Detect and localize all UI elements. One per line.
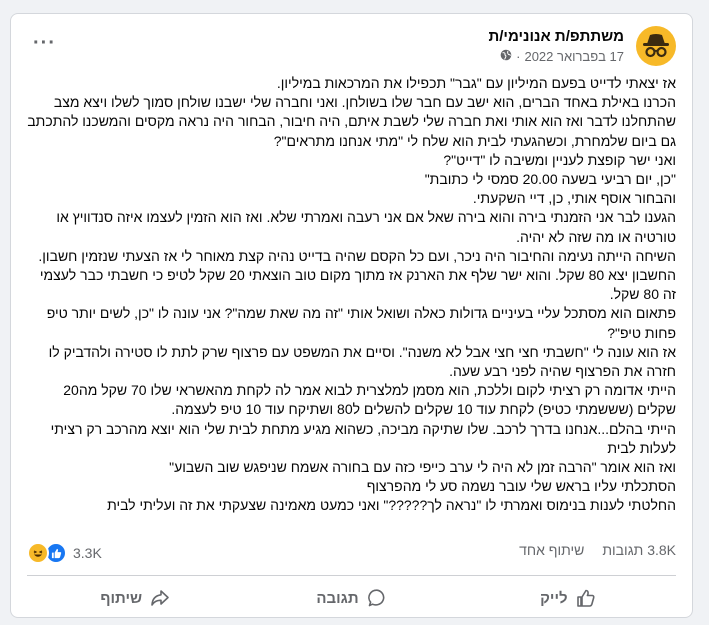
post-paragraph: אז יצאתי לדייט בפעם המיליון עם "גבר" תכפ… [276,75,676,91]
post-author[interactable]: משתתפ/ת אנונימי/ת [488,28,624,45]
globe-icon [500,49,512,64]
like-button[interactable]: לייק [460,580,676,616]
post-body: אז יצאתי לדייט בפעם המיליון עם "גבר" תכפ… [27,74,676,516]
post-meta: 17 בפברואר 2022 · [500,49,624,64]
post-paragraph: והבחור אוסף אותי, כן, דיי השקעתי. [472,190,676,207]
post-card: משתתפ/ת אנונימי/ת 17 בפברואר 2022 · ··· … [10,13,693,618]
post-paragraph: ואז הוא אומר "הרבה זמן לא היה לי ערב כיי… [169,459,676,476]
like-icon [576,588,596,608]
share-button[interactable]: שיתוף [27,580,243,616]
post-paragraph: אז הוא עונה לי "חשבתי חצי חצי אבל לא משנ… [48,343,676,380]
post-date[interactable]: 17 בפברואר 2022 [524,49,624,64]
comment-label: תגובה [316,589,359,607]
post-paragraph: פתאום הוא מסתכל עליי בעיניים גדולות כאלה… [46,305,676,341]
post-paragraph: הייתי אדומה רק רציתי לקום וללכת, הוא מסמ… [63,382,676,418]
like-label: לייק [540,589,568,607]
post-header: משתתפ/ת אנונימי/ת 17 בפברואר 2022 · ··· [27,24,676,70]
post-paragraph: הסתכלתי עליו בראש שלי עובר נשמה סע לי מה… [366,478,676,495]
post-paragraph: הכרנו באילת באחד הברים, הוא ישב עם חבר ש… [27,94,676,149]
reactions-count: 3.3K [73,545,102,561]
divider [27,575,676,576]
comments-count[interactable]: 3.8K תגובות [602,542,676,558]
incognito-avatar-icon[interactable] [636,26,676,66]
post-paragraph: הגענו לבר אני הזמנתי בירה והוא בירה שאל … [56,209,676,245]
reactions-summary[interactable]: 3.3K [27,542,102,564]
comment-button[interactable]: תגובה [243,580,459,616]
share-icon [150,588,170,608]
post-stats: 3.3K 3.8K תגובות שיתוף אחד [27,542,676,564]
shares-count[interactable]: שיתוף אחד [519,542,584,558]
haha-reaction-icon [27,542,49,564]
post-paragraph: הייתי בהלם...אנחנו בדרך לרכב. שלו שתיקה … [50,420,676,456]
post-actions: לייק תגובה שיתוף [27,580,676,616]
post-paragraph: החלטתי לענות בנימוס ואמרתי לו "נראה לך??… [107,497,676,514]
more-options-button[interactable]: ··· [33,32,56,55]
post-paragraph: "כן, יום רביעי בשעה 20.00 סמסי לי כתובת" [424,171,676,188]
comment-icon [367,588,387,608]
post-paragraph: ואני ישר קופצת לעניין ומשיבה לו "דייט"? [443,151,676,168]
post-paragraph: השיחה הייתה נעימה והחיבור היה ניכר, ועם … [38,247,676,303]
share-label: שיתוף [100,589,143,607]
